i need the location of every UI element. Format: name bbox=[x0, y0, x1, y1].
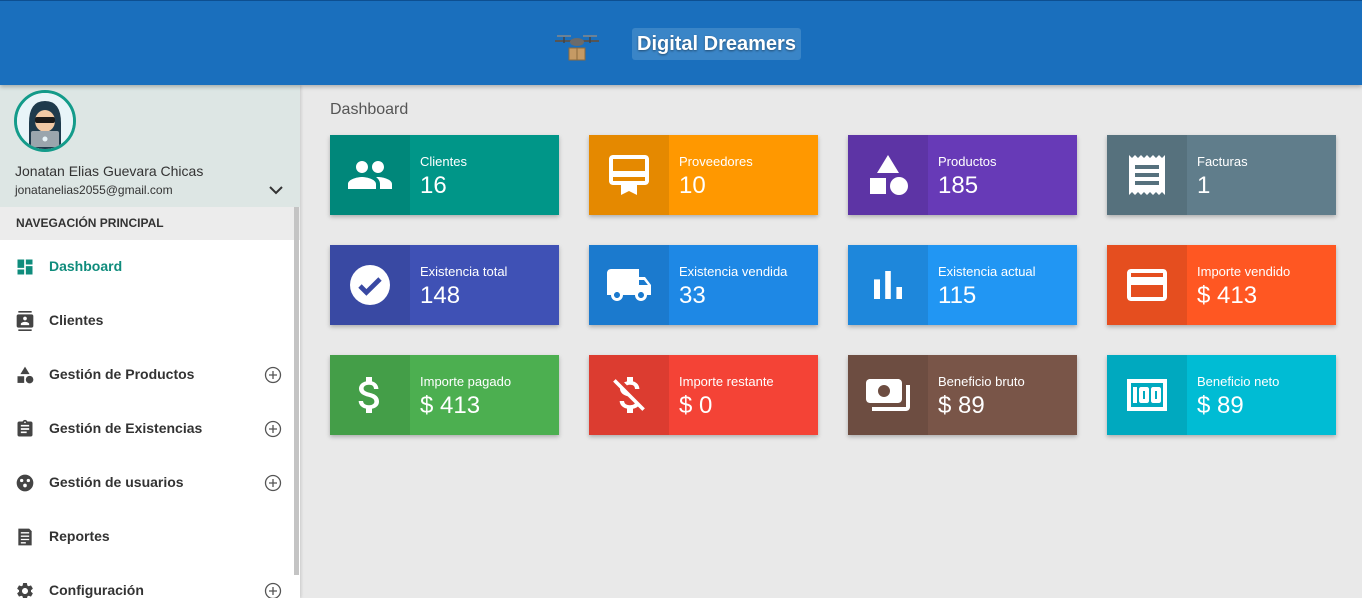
stat-card-existencia-total[interactable]: Existencia total 148 bbox=[330, 245, 559, 325]
assignment-icon bbox=[17, 419, 33, 437]
card-icon-box bbox=[330, 245, 410, 325]
stat-card-importe-vendido[interactable]: Importe vendido $ 413 bbox=[1107, 245, 1336, 325]
brand-name[interactable]: Digital Dreamers bbox=[632, 28, 801, 60]
bar-chart-icon bbox=[874, 271, 902, 299]
card-icon-box bbox=[330, 135, 410, 215]
stat-card-clientes[interactable]: Clientes 16 bbox=[330, 135, 559, 215]
drone-delivery-icon[interactable] bbox=[553, 29, 601, 63]
card-label: Existencia actual bbox=[938, 264, 1036, 279]
sidebar-item-label: Gestión de Existencias bbox=[49, 420, 203, 436]
card-value: 148 bbox=[420, 282, 461, 309]
card-value: 33 bbox=[679, 282, 706, 309]
card-value: $ 413 bbox=[1197, 282, 1258, 309]
check-circle-icon bbox=[350, 265, 390, 305]
card-value: 16 bbox=[420, 172, 447, 199]
nav-section-header: NAVEGACIÓN PRINCIPAL bbox=[0, 207, 300, 240]
card-label: Importe vendido bbox=[1197, 264, 1291, 279]
sidebar-item-label: Reportes bbox=[49, 528, 110, 544]
sidebar-item-label: Clientes bbox=[49, 312, 104, 328]
card-icon-box bbox=[1107, 135, 1187, 215]
card-label: Productos bbox=[938, 154, 997, 169]
nav-list: Dashboard Clientes Gestión de Productos … bbox=[0, 240, 300, 598]
card-membership-icon bbox=[609, 155, 649, 195]
sidebar-scrollbar[interactable] bbox=[294, 207, 299, 575]
card-icon-box bbox=[1107, 355, 1187, 435]
stat-card-facturas[interactable]: Facturas 1 bbox=[1107, 135, 1336, 215]
expand-plus-icon[interactable] bbox=[264, 474, 282, 492]
sidebar-item-gestion-existencias[interactable]: Gestión de Existencias bbox=[0, 402, 300, 456]
hacker-avatar-icon bbox=[14, 90, 76, 152]
user-email: jonatanelias2055@gmail.com bbox=[15, 183, 173, 197]
sidebar-item-gestion-usuarios[interactable]: Gestión de usuarios bbox=[0, 456, 300, 510]
sidebar: Jonatan Elias Guevara Chicas jonatanelia… bbox=[0, 85, 300, 598]
stat-card-productos[interactable]: Productos 185 bbox=[848, 135, 1077, 215]
expand-plus-icon[interactable] bbox=[264, 366, 282, 384]
card-icon-box bbox=[1107, 245, 1187, 325]
chevron-down-icon[interactable] bbox=[267, 181, 285, 199]
card-icon-box bbox=[848, 245, 928, 325]
card-value: $ 89 bbox=[938, 392, 985, 419]
card-label: Proveedores bbox=[679, 154, 753, 169]
card-value: 10 bbox=[679, 172, 706, 199]
category-icon bbox=[17, 366, 34, 384]
card-label: Beneficio neto bbox=[1197, 374, 1280, 389]
card-icon-box bbox=[330, 355, 410, 435]
card-label: Importe restante bbox=[679, 374, 774, 389]
card-label: Clientes bbox=[420, 154, 467, 169]
user-name: Jonatan Elias Guevara Chicas bbox=[15, 163, 204, 179]
category-shapes-icon bbox=[870, 155, 908, 195]
expand-plus-icon[interactable] bbox=[264, 420, 282, 438]
sidebar-item-reportes[interactable]: Reportes bbox=[0, 510, 300, 564]
users-group-icon bbox=[16, 474, 34, 492]
stat-card-existencia-vendida[interactable]: Existencia vendida 33 bbox=[589, 245, 818, 325]
card-value: 185 bbox=[938, 172, 979, 199]
card-value: 115 bbox=[938, 282, 977, 309]
receipt-icon bbox=[18, 528, 32, 546]
receipt-icon bbox=[1129, 155, 1165, 195]
card-label: Existencia total bbox=[420, 264, 508, 279]
card-label: Beneficio bruto bbox=[938, 374, 1025, 389]
sidebar-item-label: Gestión de usuarios bbox=[49, 474, 184, 490]
stat-card-proveedores[interactable]: Proveedores 10 bbox=[589, 135, 818, 215]
credit-card-icon bbox=[1127, 269, 1167, 301]
money-stack-icon bbox=[866, 379, 910, 411]
contacts-icon bbox=[16, 311, 34, 331]
user-profile-panel: Jonatan Elias Guevara Chicas jonatanelia… bbox=[0, 85, 300, 207]
card-value: $ 0 bbox=[679, 392, 713, 419]
sidebar-item-clientes[interactable]: Clientes bbox=[0, 294, 300, 348]
people-icon bbox=[348, 161, 392, 189]
sidebar-item-label: Dashboard bbox=[49, 258, 123, 274]
card-value: 1 bbox=[1197, 172, 1211, 199]
stat-card-beneficio-bruto[interactable]: Beneficio bruto $ 89 bbox=[848, 355, 1077, 435]
card-value: $ 89 bbox=[1197, 392, 1244, 419]
stat-card-importe-restante[interactable]: Importe restante $ 0 bbox=[589, 355, 818, 435]
card-value: $ 413 bbox=[420, 392, 481, 419]
card-icon-box bbox=[589, 355, 669, 435]
top-app-bar: Digital Dreamers bbox=[0, 0, 1362, 85]
card-icon-box bbox=[848, 135, 928, 215]
sidebar-item-label: Configuración bbox=[49, 582, 144, 598]
cash-100-icon bbox=[1127, 379, 1167, 411]
dashboard-icon bbox=[17, 259, 33, 275]
stat-card-importe-pagado[interactable]: Importe pagado $ 413 bbox=[330, 355, 559, 435]
card-icon-box bbox=[589, 245, 669, 325]
expand-plus-icon[interactable] bbox=[264, 582, 282, 598]
dollar-icon bbox=[358, 377, 379, 413]
gear-icon bbox=[17, 582, 33, 598]
card-label: Facturas bbox=[1197, 154, 1248, 169]
money-off-icon bbox=[613, 377, 645, 413]
page-title: Dashboard bbox=[330, 101, 409, 118]
sidebar-item-dashboard[interactable]: Dashboard bbox=[0, 240, 300, 294]
truck-icon bbox=[607, 269, 651, 301]
stat-card-existencia-actual[interactable]: Existencia actual 115 bbox=[848, 245, 1077, 325]
sidebar-item-gestion-productos[interactable]: Gestión de Productos bbox=[0, 348, 300, 402]
card-icon-box bbox=[848, 355, 928, 435]
card-icon-box bbox=[589, 135, 669, 215]
card-label: Importe pagado bbox=[420, 374, 512, 389]
sidebar-item-label: Gestión de Productos bbox=[49, 366, 195, 382]
stat-card-beneficio-neto[interactable]: Beneficio neto $ 89 bbox=[1107, 355, 1336, 435]
sidebar-item-configuracion[interactable]: Configuración bbox=[0, 564, 300, 598]
card-label: Existencia vendida bbox=[679, 264, 788, 279]
